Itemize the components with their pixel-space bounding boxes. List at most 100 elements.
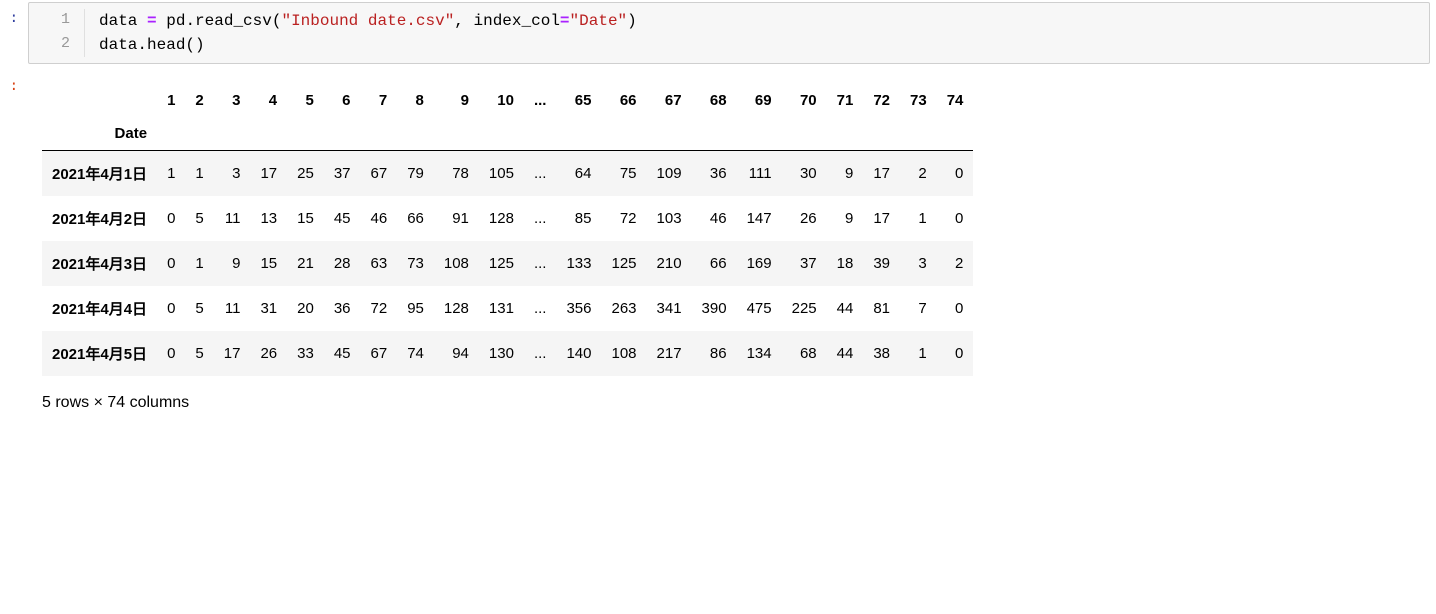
column-header-spacer — [157, 117, 185, 151]
table-cell: 128 — [479, 196, 524, 241]
table-cell: 37 — [782, 241, 827, 286]
column-header: 71 — [827, 84, 864, 117]
column-header: 69 — [737, 84, 782, 117]
column-header: 67 — [647, 84, 692, 117]
table-cell: 1 — [900, 331, 937, 376]
column-header: ... — [524, 84, 557, 117]
table-cell: 30 — [782, 151, 827, 197]
column-header-spacer — [900, 117, 937, 151]
table-cell: 1 — [185, 151, 213, 197]
table-cell: 5 — [185, 196, 213, 241]
table-cell: 125 — [479, 241, 524, 286]
table-cell: 5 — [185, 286, 213, 331]
column-header: 66 — [601, 84, 646, 117]
table-row: 2021年4月5日0517263345677494130...140108217… — [42, 331, 973, 376]
table-cell: 3 — [900, 241, 937, 286]
line-number: 2 — [29, 33, 85, 57]
table-cell: 0 — [157, 196, 185, 241]
table-cell: 67 — [361, 331, 398, 376]
table-cell: ... — [524, 241, 557, 286]
table-cell: 263 — [601, 286, 646, 331]
table-cell: 36 — [692, 151, 737, 197]
table-cell: 225 — [782, 286, 827, 331]
column-header-spacer — [250, 117, 287, 151]
table-row: 2021年4月2日0511131545466691128...857210346… — [42, 196, 973, 241]
table-cell: 109 — [647, 151, 692, 197]
table-cell: ... — [524, 151, 557, 197]
table-cell: 31 — [250, 286, 287, 331]
table-cell: 38 — [863, 331, 900, 376]
column-header-spacer — [397, 117, 434, 151]
table-cell: 356 — [556, 286, 601, 331]
column-header-spacer — [287, 117, 324, 151]
table-row: 2021年4月1日113172537677978105...6475109361… — [42, 151, 973, 197]
table-cell: 66 — [692, 241, 737, 286]
table-cell: 131 — [479, 286, 524, 331]
table-cell: 0 — [157, 241, 185, 286]
table-cell: 17 — [863, 196, 900, 241]
table-cell: 46 — [692, 196, 737, 241]
column-header: 70 — [782, 84, 827, 117]
table-cell: 390 — [692, 286, 737, 331]
table-cell: 18 — [827, 241, 864, 286]
table-cell: 1 — [185, 241, 213, 286]
table-row: 2021年4月3日0191521286373108125...133125210… — [42, 241, 973, 286]
table-cell: 0 — [157, 286, 185, 331]
table-cell: 7 — [900, 286, 937, 331]
table-cell: 85 — [556, 196, 601, 241]
row-index: 2021年4月5日 — [42, 331, 157, 376]
table-cell: 1 — [900, 196, 937, 241]
table-cell: 72 — [361, 286, 398, 331]
table-cell: 105 — [479, 151, 524, 197]
table-cell: 44 — [827, 286, 864, 331]
column-header-spacer — [863, 117, 900, 151]
code-editor[interactable]: 1data = pd.read_csv("Inbound date.csv", … — [28, 2, 1430, 64]
table-cell: 20 — [287, 286, 324, 331]
code-line: 2data.head() — [29, 33, 1429, 57]
table-cell: ... — [524, 196, 557, 241]
column-header-spacer — [692, 117, 737, 151]
table-cell: 28 — [324, 241, 361, 286]
input-cell: : 1data = pd.read_csv("Inbound date.csv"… — [0, 2, 1436, 64]
table-cell: 95 — [397, 286, 434, 331]
table-cell: 147 — [737, 196, 782, 241]
table-cell: 64 — [556, 151, 601, 197]
table-cell: 130 — [479, 331, 524, 376]
column-header-spacer — [556, 117, 601, 151]
column-header: 10 — [479, 84, 524, 117]
table-cell: 2 — [900, 151, 937, 197]
row-index: 2021年4月4日 — [42, 286, 157, 331]
table-cell: 45 — [324, 331, 361, 376]
table-cell: 15 — [287, 196, 324, 241]
table-cell: 0 — [937, 331, 974, 376]
column-header: 5 — [287, 84, 324, 117]
row-index: 2021年4月2日 — [42, 196, 157, 241]
table-cell: 341 — [647, 286, 692, 331]
table-cell: 134 — [737, 331, 782, 376]
table-cell: 21 — [287, 241, 324, 286]
table-cell: 0 — [937, 286, 974, 331]
table-cell: 73 — [397, 241, 434, 286]
column-header-spacer — [479, 117, 524, 151]
table-cell: 3 — [214, 151, 251, 197]
row-index: 2021年4月3日 — [42, 241, 157, 286]
column-header-spacer — [937, 117, 974, 151]
column-header: 73 — [900, 84, 937, 117]
table-cell: 210 — [647, 241, 692, 286]
table-cell: 0 — [937, 151, 974, 197]
column-header: 72 — [863, 84, 900, 117]
column-header-spacer — [827, 117, 864, 151]
table-cell: 74 — [397, 331, 434, 376]
column-header-spacer — [524, 117, 557, 151]
table-cell: 44 — [827, 331, 864, 376]
column-header-spacer — [434, 117, 479, 151]
column-header: 3 — [214, 84, 251, 117]
column-header: 8 — [397, 84, 434, 117]
table-cell: 140 — [556, 331, 601, 376]
table-cell: 68 — [782, 331, 827, 376]
input-prompt: : — [0, 2, 28, 64]
output-prompt: : — [0, 70, 28, 416]
table-cell: 17 — [250, 151, 287, 197]
column-header: 9 — [434, 84, 479, 117]
column-header: 7 — [361, 84, 398, 117]
